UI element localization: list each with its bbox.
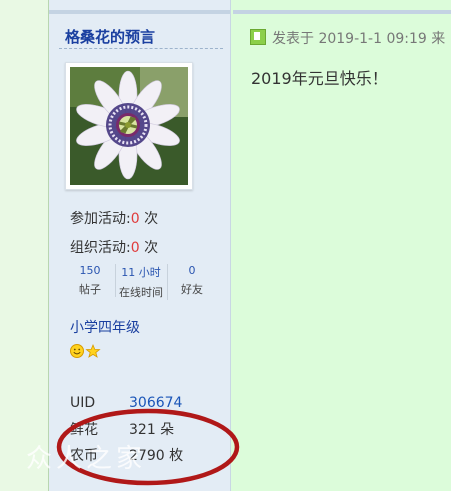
friends-label: 好友	[181, 283, 203, 296]
uid-value[interactable]: 306674	[129, 395, 182, 411]
user-grade-link[interactable]: 小学四年级	[70, 317, 140, 337]
join-activity-unit: 次	[144, 211, 159, 227]
post-content: 2019年元旦快乐！	[251, 69, 388, 88]
posts-stat[interactable]: 150 帖子	[65, 264, 116, 297]
uid-row: UID 306674	[70, 395, 182, 411]
organize-activity-count: 0	[130, 240, 140, 256]
organize-activity-stat: 组织活动:0 次	[70, 237, 158, 257]
medal-icons	[70, 343, 104, 359]
watermark: 众人之家	[26, 444, 147, 474]
smiley-icon	[70, 344, 84, 358]
join-activity-stat: 参加活动:0 次	[70, 208, 158, 228]
organize-activity-unit: 次	[144, 240, 159, 256]
join-activity-count: 0	[130, 211, 140, 227]
user-profile-sidebar: 格桑花的预言 参加活动:0 次 组织活动:0 次 150 帖子 11 小时 在线…	[49, 0, 231, 491]
flowers-value: 321 朵	[129, 422, 175, 438]
left-margin-strip	[0, 0, 49, 491]
star-icon	[85, 343, 101, 358]
posts-label: 帖子	[79, 283, 101, 296]
posts-count[interactable]: 150	[65, 264, 115, 277]
uid-label: UID	[70, 395, 96, 411]
flowers-label: 鲜花	[70, 422, 98, 438]
passion-flower-image	[70, 67, 188, 185]
friends-stat[interactable]: 0 好友	[167, 264, 217, 297]
online-time-label: 在线时间	[119, 286, 163, 299]
flowers-row: 鲜花 321 朵	[70, 419, 174, 439]
user-stats: 150 帖子 11 小时 在线时间 0 好友	[65, 264, 221, 300]
post-top-divider	[233, 10, 451, 14]
post-status-icon	[250, 29, 266, 45]
online-time-value[interactable]: 11 小时	[115, 264, 167, 280]
avatar[interactable]	[65, 62, 193, 190]
friends-count[interactable]: 0	[167, 264, 217, 277]
join-activity-label: 参加活动:	[70, 211, 131, 227]
username-link[interactable]: 格桑花的预言	[65, 26, 155, 47]
post-meta-text: 发表于 2019-1-1 09:19 来	[272, 31, 446, 47]
username-divider	[59, 48, 223, 49]
online-time-stat[interactable]: 11 小时 在线时间	[115, 264, 168, 300]
profile-top-divider	[49, 10, 230, 14]
post-meta: 发表于 2019-1-1 09:19 来	[250, 28, 445, 48]
organize-activity-label: 组织活动:	[70, 240, 131, 256]
